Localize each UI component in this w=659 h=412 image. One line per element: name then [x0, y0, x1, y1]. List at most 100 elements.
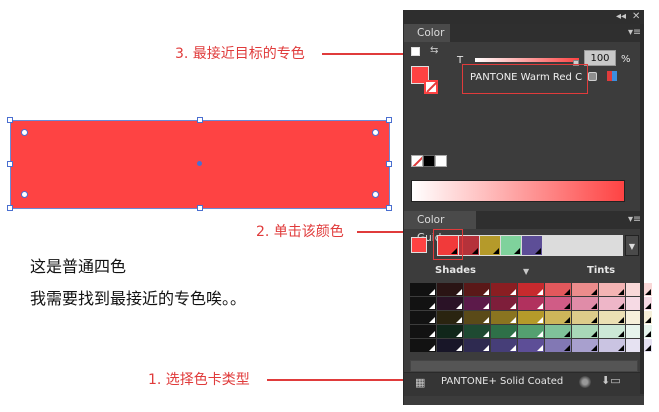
- variation-swatch[interactable]: [545, 311, 571, 324]
- variation-swatch[interactable]: [626, 339, 652, 352]
- harmony-swatch[interactable]: [480, 236, 500, 255]
- variation-swatch[interactable]: [572, 297, 598, 310]
- variation-swatch[interactable]: [437, 339, 463, 352]
- variation-swatch[interactable]: [410, 297, 436, 310]
- grid-empty-row: [410, 360, 638, 372]
- variation-swatch[interactable]: [572, 283, 598, 296]
- tab-color[interactable]: Color: [404, 24, 450, 42]
- variation-swatch[interactable]: [410, 325, 436, 338]
- shades-label: Shades: [435, 265, 476, 276]
- variation-swatch[interactable]: [572, 325, 598, 338]
- corner-radius-widget[interactable]: [372, 191, 379, 198]
- swatch-library-name[interactable]: PANTONE+ Solid Coated: [441, 376, 563, 387]
- stroke-swatch[interactable]: [424, 80, 438, 94]
- variation-swatch[interactable]: [545, 297, 571, 310]
- color-variation-grid: [410, 283, 652, 352]
- variation-swatch[interactable]: [464, 297, 490, 310]
- variation-swatch[interactable]: [464, 339, 490, 352]
- variation-swatch[interactable]: [626, 283, 652, 296]
- cmyk-icon: [607, 71, 617, 81]
- center-point: [197, 161, 202, 166]
- save-group-icon[interactable]: ⬇▭: [601, 375, 621, 386]
- resize-handle[interactable]: [7, 205, 13, 211]
- collapse-icon[interactable]: ◂◂: [616, 12, 626, 22]
- edit-colors-icon[interactable]: [579, 376, 591, 388]
- panel-top-strip: [404, 10, 644, 24]
- note-line-2: 我需要找到最接近的专色唉。。: [30, 289, 247, 308]
- variation-swatch[interactable]: [545, 325, 571, 338]
- close-panel-icon[interactable]: ✕: [632, 12, 640, 22]
- tint-slider[interactable]: [475, 58, 579, 62]
- variation-swatch[interactable]: [626, 325, 652, 338]
- variation-swatch[interactable]: [491, 283, 517, 296]
- swatch-name: PANTONE Warm Red C: [470, 72, 583, 83]
- variation-swatch[interactable]: [491, 339, 517, 352]
- swatch-library-icon[interactable]: ▦: [415, 377, 425, 388]
- variation-swatch[interactable]: [518, 283, 544, 296]
- default-fill-stroke-icon[interactable]: [411, 47, 420, 56]
- variation-dropdown-icon[interactable]: ▼: [523, 267, 529, 277]
- tints-label: Tints: [587, 265, 616, 276]
- variation-swatch[interactable]: [599, 283, 625, 296]
- tab-color-guide[interactable]: Color Guide: [404, 211, 476, 244]
- variation-swatch[interactable]: [410, 283, 436, 296]
- tint-value-input[interactable]: 100: [584, 50, 616, 66]
- color-panel-dock: ◂◂ ✕ ⇕ Color ▾≡ ⇆ T 100 % PANTONE Warm R…: [403, 10, 652, 405]
- resize-handle[interactable]: [7, 117, 13, 123]
- resize-handle[interactable]: [386, 117, 392, 123]
- annotation-step1: 1. 选择色卡类型: [148, 372, 250, 388]
- color-ramp[interactable]: [411, 180, 625, 202]
- variation-swatch[interactable]: [464, 283, 490, 296]
- swap-fill-stroke-icon[interactable]: ⇆: [430, 46, 438, 56]
- variation-swatch[interactable]: [599, 339, 625, 352]
- base-color-swatch[interactable]: [411, 237, 427, 253]
- variation-swatch[interactable]: [518, 325, 544, 338]
- variation-swatch[interactable]: [410, 311, 436, 324]
- note-line-1: 这是普通四色: [30, 257, 127, 276]
- variation-swatch[interactable]: [464, 311, 490, 324]
- black-swatch[interactable]: [423, 155, 435, 167]
- variation-swatch[interactable]: [626, 297, 652, 310]
- annotation-step3: 3. 最接近目标的专色: [175, 46, 305, 62]
- variation-swatch[interactable]: [626, 311, 652, 324]
- resize-handle[interactable]: [386, 205, 392, 211]
- variation-swatch[interactable]: [491, 297, 517, 310]
- variation-swatch[interactable]: [518, 339, 544, 352]
- corner-radius-widget[interactable]: [372, 129, 379, 136]
- harmony-dropdown[interactable]: ▼: [625, 235, 639, 256]
- variation-swatch[interactable]: [491, 325, 517, 338]
- spot-color-icon: [588, 72, 597, 81]
- variation-swatch[interactable]: [518, 297, 544, 310]
- variation-swatch[interactable]: [599, 311, 625, 324]
- harmony-selection-highlight: [433, 229, 463, 260]
- variation-swatch[interactable]: [599, 325, 625, 338]
- corner-radius-widget[interactable]: [21, 129, 28, 136]
- variation-swatch[interactable]: [437, 283, 463, 296]
- white-swatch[interactable]: [435, 155, 447, 167]
- annotation-step2: 2. 单击该颜色: [256, 224, 344, 240]
- variation-swatch[interactable]: [437, 297, 463, 310]
- variation-swatch[interactable]: [464, 325, 490, 338]
- corner-radius-widget[interactable]: [21, 191, 28, 198]
- resize-handle[interactable]: [197, 117, 203, 123]
- variation-swatch[interactable]: [491, 311, 517, 324]
- scrollbar[interactable]: [640, 24, 644, 394]
- tint-unit: %: [621, 54, 631, 65]
- variation-swatch[interactable]: [572, 339, 598, 352]
- resize-handle[interactable]: [386, 161, 392, 167]
- variation-swatch[interactable]: [545, 283, 571, 296]
- annotation-arrow: [267, 379, 407, 381]
- variation-swatch[interactable]: [572, 311, 598, 324]
- variation-swatch[interactable]: [410, 339, 436, 352]
- resize-handle[interactable]: [197, 205, 203, 211]
- variation-swatch[interactable]: [437, 325, 463, 338]
- harmony-swatch[interactable]: [522, 236, 542, 255]
- variation-swatch[interactable]: [437, 311, 463, 324]
- resize-handle[interactable]: [7, 161, 13, 167]
- variation-swatch[interactable]: [518, 311, 544, 324]
- tab-color-label: Color: [417, 27, 445, 39]
- variation-swatch[interactable]: [545, 339, 571, 352]
- harmony-swatch[interactable]: [501, 236, 521, 255]
- none-swatch[interactable]: [411, 155, 423, 167]
- variation-swatch[interactable]: [599, 297, 625, 310]
